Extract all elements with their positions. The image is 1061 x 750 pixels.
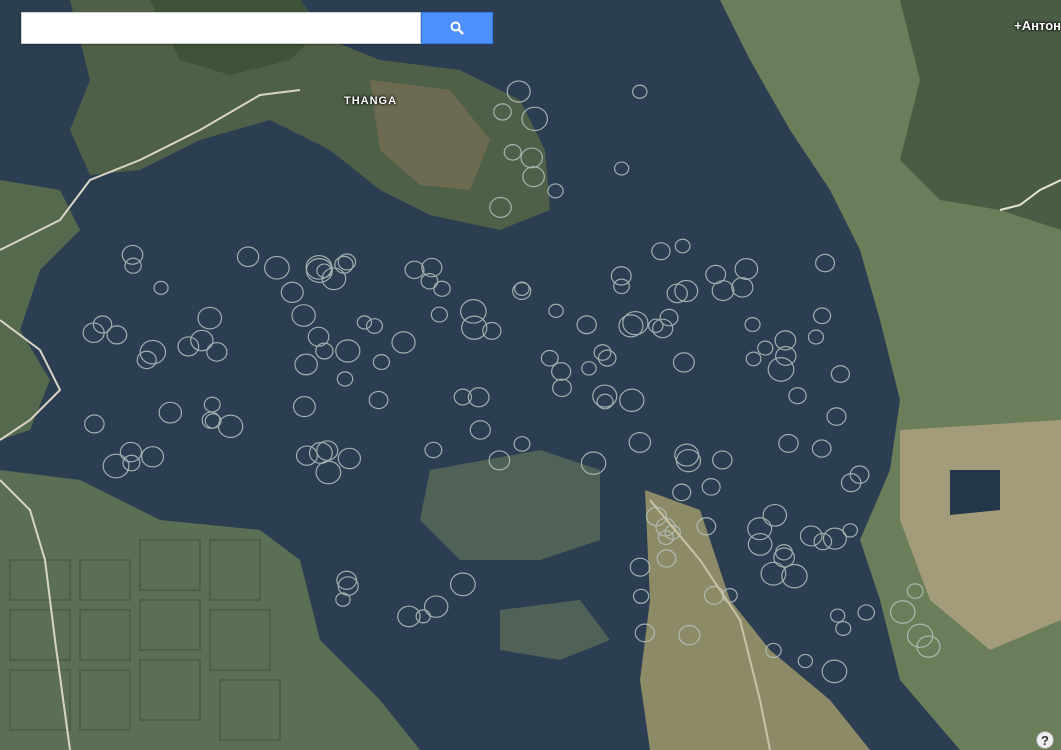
search-input[interactable] (22, 13, 420, 43)
help-button[interactable]: ? (1036, 731, 1054, 749)
place-label-thanga: THANGA (344, 95, 398, 107)
search-button[interactable] (421, 12, 493, 44)
user-profile-link[interactable]: +Антон (1014, 18, 1061, 33)
search-box[interactable] (21, 12, 421, 44)
east-pond (950, 470, 1000, 515)
satellite-map[interactable] (0, 0, 1061, 750)
search-icon (450, 21, 464, 35)
